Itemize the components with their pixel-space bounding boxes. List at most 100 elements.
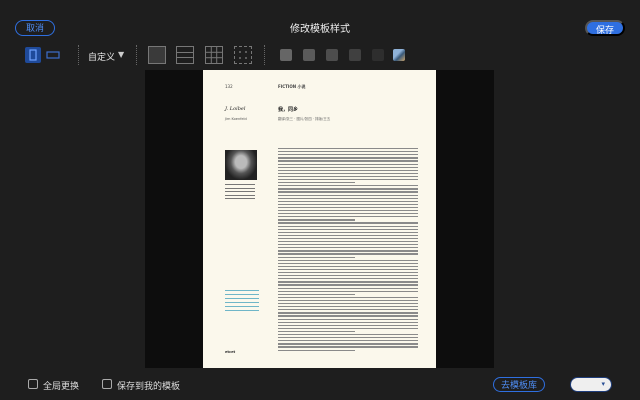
text-line <box>278 206 418 209</box>
preset-label: 自定义 <box>88 53 116 63</box>
text-line <box>278 234 418 237</box>
color-swatch[interactable] <box>326 49 338 61</box>
text-line <box>278 259 418 261</box>
text-line <box>278 275 418 277</box>
text-line <box>278 157 418 159</box>
text-line <box>278 163 418 165</box>
color-swatch[interactable] <box>303 49 315 61</box>
author-photo <box>225 150 257 180</box>
toolbar-divider <box>78 45 79 65</box>
text-line <box>225 194 255 196</box>
chevron-down-icon: ▼ <box>118 50 125 59</box>
text-line <box>225 191 255 193</box>
text-line <box>278 250 418 252</box>
text-line <box>278 296 418 299</box>
landscape-orientation-button[interactable] <box>45 47 61 63</box>
text-line <box>278 148 418 150</box>
text-line <box>278 166 418 168</box>
layout-free-icon[interactable] <box>234 46 252 64</box>
text-line <box>278 185 418 187</box>
text-line <box>278 327 418 330</box>
text-line <box>278 306 418 308</box>
text-line <box>278 309 418 311</box>
save-button[interactable]: 保存 <box>585 20 625 36</box>
layout-rows-icon[interactable] <box>176 46 194 64</box>
page-title: 修改模板样式 <box>290 24 350 35</box>
text-line <box>278 160 418 162</box>
color-swatch[interactable] <box>349 49 361 61</box>
toolbar-divider <box>264 45 265 65</box>
image-background-swatch-icon[interactable] <box>393 49 405 61</box>
text-line <box>278 349 355 351</box>
text-line <box>225 198 255 200</box>
article-subtitle: 翻译/张三 · 图片/张四 · 排版/王五 <box>278 117 331 121</box>
text-line <box>278 194 418 196</box>
text-line <box>278 188 418 190</box>
text-line <box>278 219 355 221</box>
global-replace-checkbox[interactable] <box>28 379 38 389</box>
text-line <box>225 302 259 304</box>
text-line <box>278 321 418 323</box>
template-library-button[interactable]: 去模板库 <box>493 377 545 392</box>
text-line <box>278 200 418 202</box>
text-line <box>278 256 355 258</box>
grid-icon <box>206 47 222 63</box>
landscape-icon <box>46 51 60 59</box>
template-page-preview[interactable]: 132 FICTION 小说 J. Loibel Jim Koenfeld 我，… <box>203 70 436 368</box>
text-line <box>278 182 355 184</box>
save-to-my-templates-label: 保存到我的模板 <box>117 382 181 392</box>
text-line <box>278 225 418 227</box>
text-line <box>278 197 418 199</box>
text-line <box>278 231 418 233</box>
page-footer: etcet <box>225 350 236 354</box>
text-line <box>278 154 418 156</box>
layout-grid-icon[interactable] <box>205 46 223 64</box>
text-line <box>278 172 418 175</box>
text-line <box>278 210 418 212</box>
text-line <box>278 237 418 240</box>
text-line <box>225 294 259 296</box>
text-line <box>278 287 418 289</box>
text-line <box>278 284 418 286</box>
text-line <box>225 290 259 292</box>
text-line <box>278 169 418 171</box>
text-line <box>278 312 418 314</box>
text-line <box>278 268 418 271</box>
text-line <box>278 343 418 345</box>
text-line <box>278 318 418 320</box>
text-line <box>278 324 418 326</box>
text-line <box>278 281 418 283</box>
text-line <box>278 278 418 280</box>
text-line <box>278 290 418 292</box>
rows-icon <box>177 52 193 58</box>
text-line <box>278 213 418 215</box>
text-line <box>225 310 259 312</box>
text-line <box>278 315 418 317</box>
text-line <box>278 222 418 224</box>
text-line <box>278 340 418 342</box>
text-line <box>225 306 259 308</box>
text-line <box>225 298 259 300</box>
text-line <box>278 175 418 178</box>
text-line <box>278 346 418 348</box>
text-line <box>278 299 418 302</box>
text-line <box>278 265 418 268</box>
portrait-orientation-button[interactable] <box>25 47 41 63</box>
save-to-my-templates-checkbox[interactable] <box>102 379 112 389</box>
text-line <box>278 179 418 181</box>
text-line <box>225 184 255 186</box>
toolbar-divider <box>136 45 137 65</box>
text-line <box>278 203 418 206</box>
color-swatch[interactable] <box>280 49 292 61</box>
article-title: 我，同乡 <box>278 107 299 113</box>
text-line <box>278 228 418 230</box>
text-line <box>278 262 418 264</box>
disabled-dropdown-button[interactable]: ▾ <box>570 377 612 392</box>
text-line <box>278 293 355 295</box>
layout-single-icon[interactable] <box>148 46 166 64</box>
text-line <box>278 244 418 246</box>
text-line <box>225 187 255 189</box>
color-swatch[interactable] <box>372 49 384 61</box>
section-label: FICTION 小说 <box>278 84 306 89</box>
text-line <box>278 151 418 153</box>
